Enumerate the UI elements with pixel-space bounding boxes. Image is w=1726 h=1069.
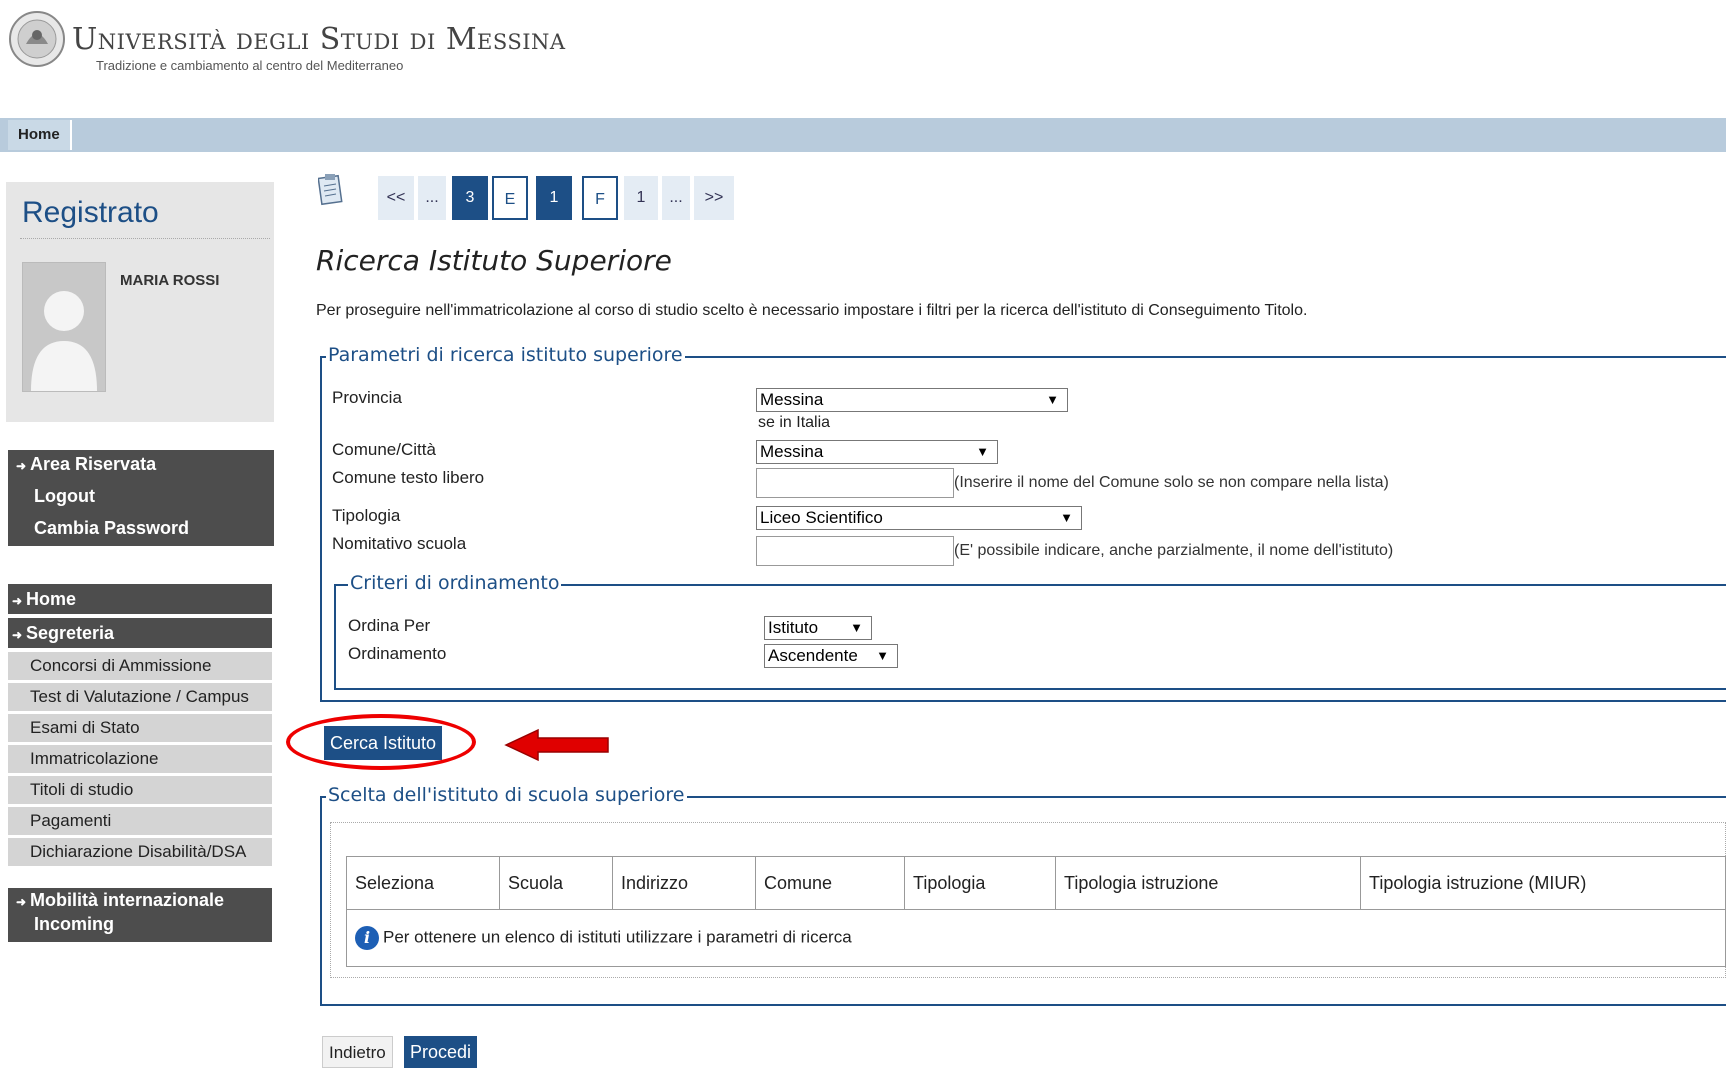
column-header-comune: Comune [755,856,905,910]
pagination-step-f[interactable]: F [582,176,618,220]
pagination-step-1-next[interactable]: 1 [624,176,658,220]
pagination-step-1-current[interactable]: 1 [536,176,572,220]
column-header-seleziona: Seleziona [346,856,500,910]
area-riservata-menu: ➜ Area Riservata Logout Cambia Password [8,450,274,546]
nav-mobilita-internazionale[interactable]: ➜ Mobilità internazionale Incoming [8,888,272,942]
nav-titoli-di-studio[interactable]: Titoli di studio [8,776,272,804]
provincia-select[interactable]: Messina ▼ [756,388,1068,412]
column-header-tipologia: Tipologia [904,856,1056,910]
arrow-right-icon: ➜ [15,895,27,909]
tipologia-value: Liceo Scientifico [760,508,883,527]
avatar [22,262,106,392]
nav-immatricolazione[interactable]: Immatricolazione [8,745,272,773]
pagination-step-3[interactable]: 3 [452,176,488,220]
university-tagline: Tradizione e cambiamento al centro del M… [96,58,404,73]
ordina-per-value: Istituto [768,618,819,637]
arrow-right-icon: ➜ [11,628,23,642]
provincia-note: se in Italia [758,414,831,431]
comune-libero-hint: (Inserire il nome del Comune solo se non… [954,474,1389,491]
comune-libero-label: Comune testo libero [332,468,485,487]
tipologia-label: Tipologia [332,506,401,525]
intro-text: Per proseguire nell'immatricolazione al … [316,302,1308,319]
results-legend: Scelta dell'istituto di scuola superiore [326,784,687,806]
university-name: Università degli Studi di Messina [72,22,566,57]
comune-libero-input[interactable] [756,468,954,498]
nav-test-di-valutazione[interactable]: Test di Valutazione / Campus [8,683,272,711]
top-nav-home-tab[interactable]: Home [8,120,72,150]
ordering-legend: Criteri di ordinamento [348,572,562,594]
procedi-button[interactable]: Procedi [404,1036,478,1068]
nav-concorsi-di-ammissione[interactable]: Concorsi di Ammissione [8,652,272,680]
arrow-right-icon: ➜ [11,594,23,608]
nav-pagamenti[interactable]: Pagamenti [8,807,272,835]
university-seal-logo [8,10,66,68]
menu-item-label: Area Riservata [30,454,157,474]
dropdown-arrow-icon: ▼ [876,648,889,663]
column-header-tipologia-istruzione: Tipologia istruzione [1055,856,1361,910]
empty-results-message: Per ottenere un elenco di istituti utili… [383,927,852,947]
table-row: i Per ottenere un elenco di istituti util… [346,909,1726,967]
comune-select[interactable]: Messina ▼ [756,440,998,464]
tipologia-select[interactable]: Liceo Scientifico ▼ [756,506,1082,530]
results-table: Seleziona Scuola Indirizzo Comune Tipolo… [346,856,1726,967]
ordering-fieldset [334,584,1726,690]
comune-value: Messina [760,442,824,461]
search-parameters-legend: Parametri di ricerca istituto superiore [326,344,685,366]
ordina-per-label: Ordina Per [348,616,431,635]
ordina-per-select[interactable]: Istituto ▼ [764,616,872,640]
menu-item-area-riservata[interactable]: ➜ Area Riservata [12,454,156,475]
dropdown-arrow-icon: ▼ [1060,510,1073,525]
sidebar-heading: Registrato [22,196,159,229]
column-header-scuola: Scuola [499,856,613,910]
info-icon: i [355,926,379,950]
column-header-indirizzo: Indirizzo [612,856,756,910]
nominativo-scuola-input[interactable] [756,536,954,566]
ordinamento-value: Ascendente [768,646,858,665]
nominativo-hint: (E' possibile indicare, anche parzialmen… [954,542,1394,559]
comune-label: Comune/Città [332,440,436,459]
nominativo-label: Nomitativo scuola [332,534,467,553]
nav-dichiarazione-disabilita[interactable]: Dichiarazione Disabilità/DSA [8,838,272,866]
dropdown-arrow-icon: ▼ [1046,392,1059,407]
nav-mobilita-label-2: Incoming [34,914,114,934]
nav-home-label: Home [26,589,77,609]
clipboard-icon [317,172,344,206]
ordinamento-select[interactable]: Ascendente ▼ [764,644,898,668]
provincia-value: Messina [760,390,824,409]
menu-item-logout[interactable]: Logout [34,486,95,507]
user-name: MARIA ROSSI [120,272,220,289]
dropdown-arrow-icon: ▼ [850,620,863,635]
pagination-ellipsis: ... [418,176,446,220]
table-header-row: Seleziona Scuola Indirizzo Comune Tipolo… [346,856,1726,910]
menu-item-cambia-password[interactable]: Cambia Password [34,518,189,539]
pagination-last[interactable]: >> [694,176,734,220]
pagination-first[interactable]: << [378,176,414,220]
dropdown-arrow-icon: ▼ [976,444,989,459]
nav-mobilita-label: Mobilità internazionale [30,890,225,910]
provincia-label: Provincia [332,388,402,407]
page-title: Ricerca Istituto Superiore [316,244,672,277]
empty-results-cell: i Per ottenere un elenco di istituti util… [346,909,1726,967]
nav-segreteria[interactable]: ➜ Segreteria [8,618,272,648]
highlight-arrow-icon [504,728,610,762]
column-header-tipologia-istruzione-miur: Tipologia istruzione (MIUR) [1360,856,1726,910]
nav-home[interactable]: ➜ Home [8,584,272,614]
highlight-ellipse [286,714,476,770]
ordinamento-label: Ordinamento [348,644,447,663]
top-navigation-bar [0,118,1726,152]
pagination-step-e[interactable]: E [492,176,528,220]
sidebar-divider [20,238,270,239]
indietro-button[interactable]: Indietro [322,1036,393,1068]
nav-esami-di-stato[interactable]: Esami di Stato [8,714,272,742]
nav-segreteria-label: Segreteria [26,623,115,643]
pagination-ellipsis: ... [662,176,690,220]
arrow-right-icon: ➜ [15,459,27,473]
